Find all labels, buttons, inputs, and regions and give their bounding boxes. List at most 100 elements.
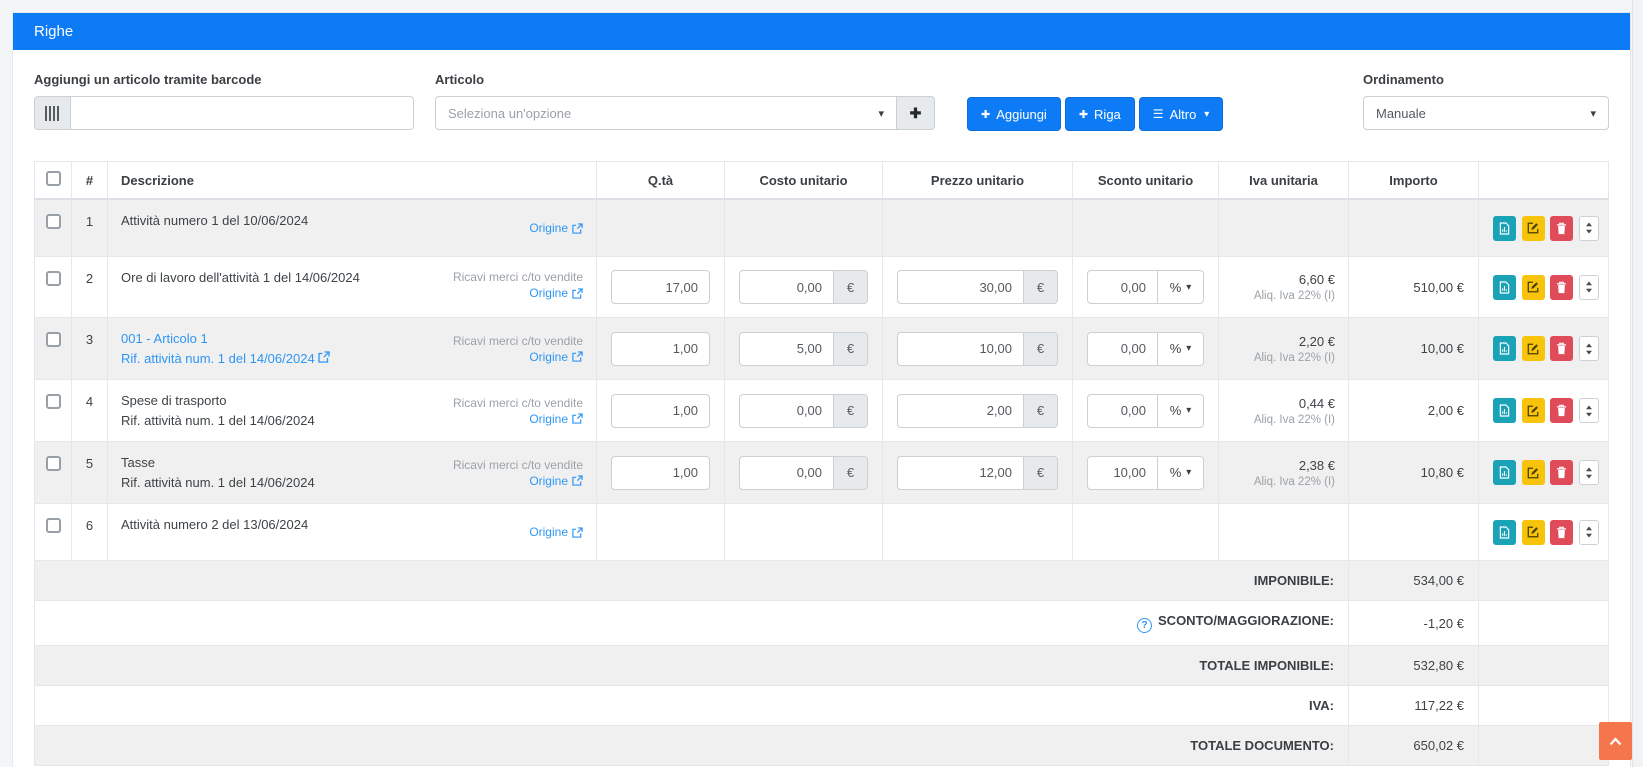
row-checkbox[interactable] bbox=[46, 271, 61, 286]
pencil-square-icon bbox=[1527, 343, 1539, 355]
edit-button[interactable] bbox=[1522, 275, 1545, 300]
edit-button[interactable] bbox=[1522, 336, 1545, 361]
row-checkbox[interactable] bbox=[46, 332, 61, 347]
edit-button[interactable] bbox=[1522, 520, 1545, 545]
price-input[interactable] bbox=[897, 332, 1024, 366]
row-checkbox[interactable] bbox=[46, 214, 61, 229]
move-row-handle[interactable] bbox=[1579, 520, 1599, 545]
row-number: 6 bbox=[72, 504, 108, 561]
file-chart-icon bbox=[1499, 466, 1510, 479]
document-button[interactable] bbox=[1493, 398, 1516, 423]
trash-icon bbox=[1556, 222, 1567, 235]
scrollbar-track[interactable] bbox=[1632, 0, 1643, 767]
plus-icon: ✚ bbox=[981, 108, 990, 121]
discount-type-dropdown[interactable]: %▾ bbox=[1158, 456, 1204, 490]
barcode-input[interactable] bbox=[70, 96, 414, 130]
ordinamento-select[interactable]: Manuale ▾ bbox=[1363, 96, 1609, 130]
summary-value: 117,22 € bbox=[1349, 686, 1479, 726]
help-icon[interactable]: ? bbox=[1137, 618, 1152, 633]
origine-link[interactable]: Origine bbox=[529, 412, 583, 426]
origine-link[interactable]: Origine bbox=[529, 221, 583, 235]
qty-input[interactable] bbox=[611, 332, 710, 366]
delete-button[interactable] bbox=[1550, 398, 1573, 423]
articolo-label: Articolo bbox=[435, 72, 935, 87]
discount-input[interactable] bbox=[1087, 394, 1158, 428]
rif-attivita-link[interactable]: Rif. attività num. 1 del 14/06/2024 bbox=[121, 351, 330, 366]
cost-input[interactable] bbox=[739, 394, 834, 428]
move-row-handle[interactable] bbox=[1579, 275, 1599, 300]
row-account: Ricavi merci c/to vendite bbox=[453, 270, 583, 284]
percent-label: % bbox=[1170, 403, 1182, 418]
summary-value: 532,80 € bbox=[1349, 646, 1479, 686]
row-checkbox[interactable] bbox=[46, 518, 61, 533]
discount-type-dropdown[interactable]: %▾ bbox=[1158, 270, 1204, 304]
ordinamento-label: Ordinamento bbox=[1363, 72, 1609, 87]
external-link-icon bbox=[318, 351, 330, 363]
price-input[interactable] bbox=[897, 394, 1024, 428]
row-title: Tasse bbox=[121, 453, 315, 473]
riga-button[interactable]: ✚ Riga bbox=[1065, 97, 1135, 131]
delete-button[interactable] bbox=[1550, 275, 1573, 300]
file-chart-icon bbox=[1499, 526, 1510, 539]
row-account: Ricavi merci c/to vendite bbox=[453, 458, 583, 472]
move-row-handle[interactable] bbox=[1579, 460, 1599, 485]
table-row: 5 Tasse Rif. attività num. 1 del 14/06/2… bbox=[35, 442, 1609, 504]
cost-input[interactable] bbox=[739, 332, 834, 366]
discount-type-dropdown[interactable]: %▾ bbox=[1158, 394, 1204, 428]
origine-link[interactable]: Origine bbox=[529, 286, 583, 300]
discount-input[interactable] bbox=[1087, 456, 1158, 490]
percent-label: % bbox=[1170, 341, 1182, 356]
delete-button[interactable] bbox=[1550, 520, 1573, 545]
document-button[interactable] bbox=[1493, 520, 1516, 545]
article-link[interactable]: 001 - Articolo 1 bbox=[121, 331, 208, 346]
edit-button[interactable] bbox=[1522, 398, 1545, 423]
euro-addon: € bbox=[834, 394, 868, 428]
header-costo: Costo unitario bbox=[725, 162, 883, 200]
edit-button[interactable] bbox=[1522, 460, 1545, 485]
trash-icon bbox=[1556, 281, 1567, 294]
origine-link[interactable]: Origine bbox=[529, 474, 583, 488]
cost-input[interactable] bbox=[739, 456, 834, 490]
cost-input[interactable] bbox=[739, 270, 834, 304]
select-all-checkbox[interactable] bbox=[46, 171, 61, 186]
scroll-top-button[interactable] bbox=[1599, 722, 1632, 760]
qty-input[interactable] bbox=[611, 270, 710, 304]
document-button[interactable] bbox=[1493, 460, 1516, 485]
header-qta: Q.tà bbox=[597, 162, 725, 200]
delete-button[interactable] bbox=[1550, 216, 1573, 241]
document-button[interactable] bbox=[1493, 216, 1516, 241]
row-number: 3 bbox=[72, 318, 108, 380]
plus-icon: ✚ bbox=[910, 105, 922, 122]
move-row-handle[interactable] bbox=[1579, 398, 1599, 423]
move-row-handle[interactable] bbox=[1579, 336, 1599, 361]
table-row: 4 Spese di trasporto Rif. attività num. … bbox=[35, 380, 1609, 442]
qty-input[interactable] bbox=[611, 394, 710, 428]
document-button[interactable] bbox=[1493, 336, 1516, 361]
discount-type-dropdown[interactable]: %▾ bbox=[1158, 332, 1204, 366]
aggiungi-button[interactable]: ✚ Aggiungi bbox=[967, 97, 1061, 131]
aggiungi-label: Aggiungi bbox=[996, 107, 1047, 122]
sort-arrows-icon bbox=[1585, 405, 1593, 417]
edit-button[interactable] bbox=[1522, 216, 1545, 241]
price-input[interactable] bbox=[897, 456, 1024, 490]
trash-icon bbox=[1556, 526, 1567, 539]
row-checkbox[interactable] bbox=[46, 456, 61, 471]
move-row-handle[interactable] bbox=[1579, 216, 1599, 241]
origine-link[interactable]: Origine bbox=[529, 525, 583, 539]
discount-input[interactable] bbox=[1087, 270, 1158, 304]
add-article-button[interactable]: ✚ bbox=[897, 96, 935, 130]
price-input[interactable] bbox=[897, 270, 1024, 304]
articolo-select[interactable]: Seleziona un'opzione ▾ bbox=[435, 96, 897, 130]
header-sconto: Sconto unitario bbox=[1073, 162, 1219, 200]
delete-button[interactable] bbox=[1550, 460, 1573, 485]
summary-value: 650,02 € bbox=[1349, 726, 1479, 766]
origine-link[interactable]: Origine bbox=[529, 350, 583, 364]
discount-input[interactable] bbox=[1087, 332, 1158, 366]
document-button[interactable] bbox=[1493, 275, 1516, 300]
qty-input[interactable] bbox=[611, 456, 710, 490]
altro-dropdown-button[interactable]: ☰ Altro ▾ bbox=[1139, 97, 1224, 131]
external-link-icon bbox=[572, 413, 583, 424]
euro-addon: € bbox=[834, 332, 868, 366]
row-checkbox[interactable] bbox=[46, 394, 61, 409]
delete-button[interactable] bbox=[1550, 336, 1573, 361]
